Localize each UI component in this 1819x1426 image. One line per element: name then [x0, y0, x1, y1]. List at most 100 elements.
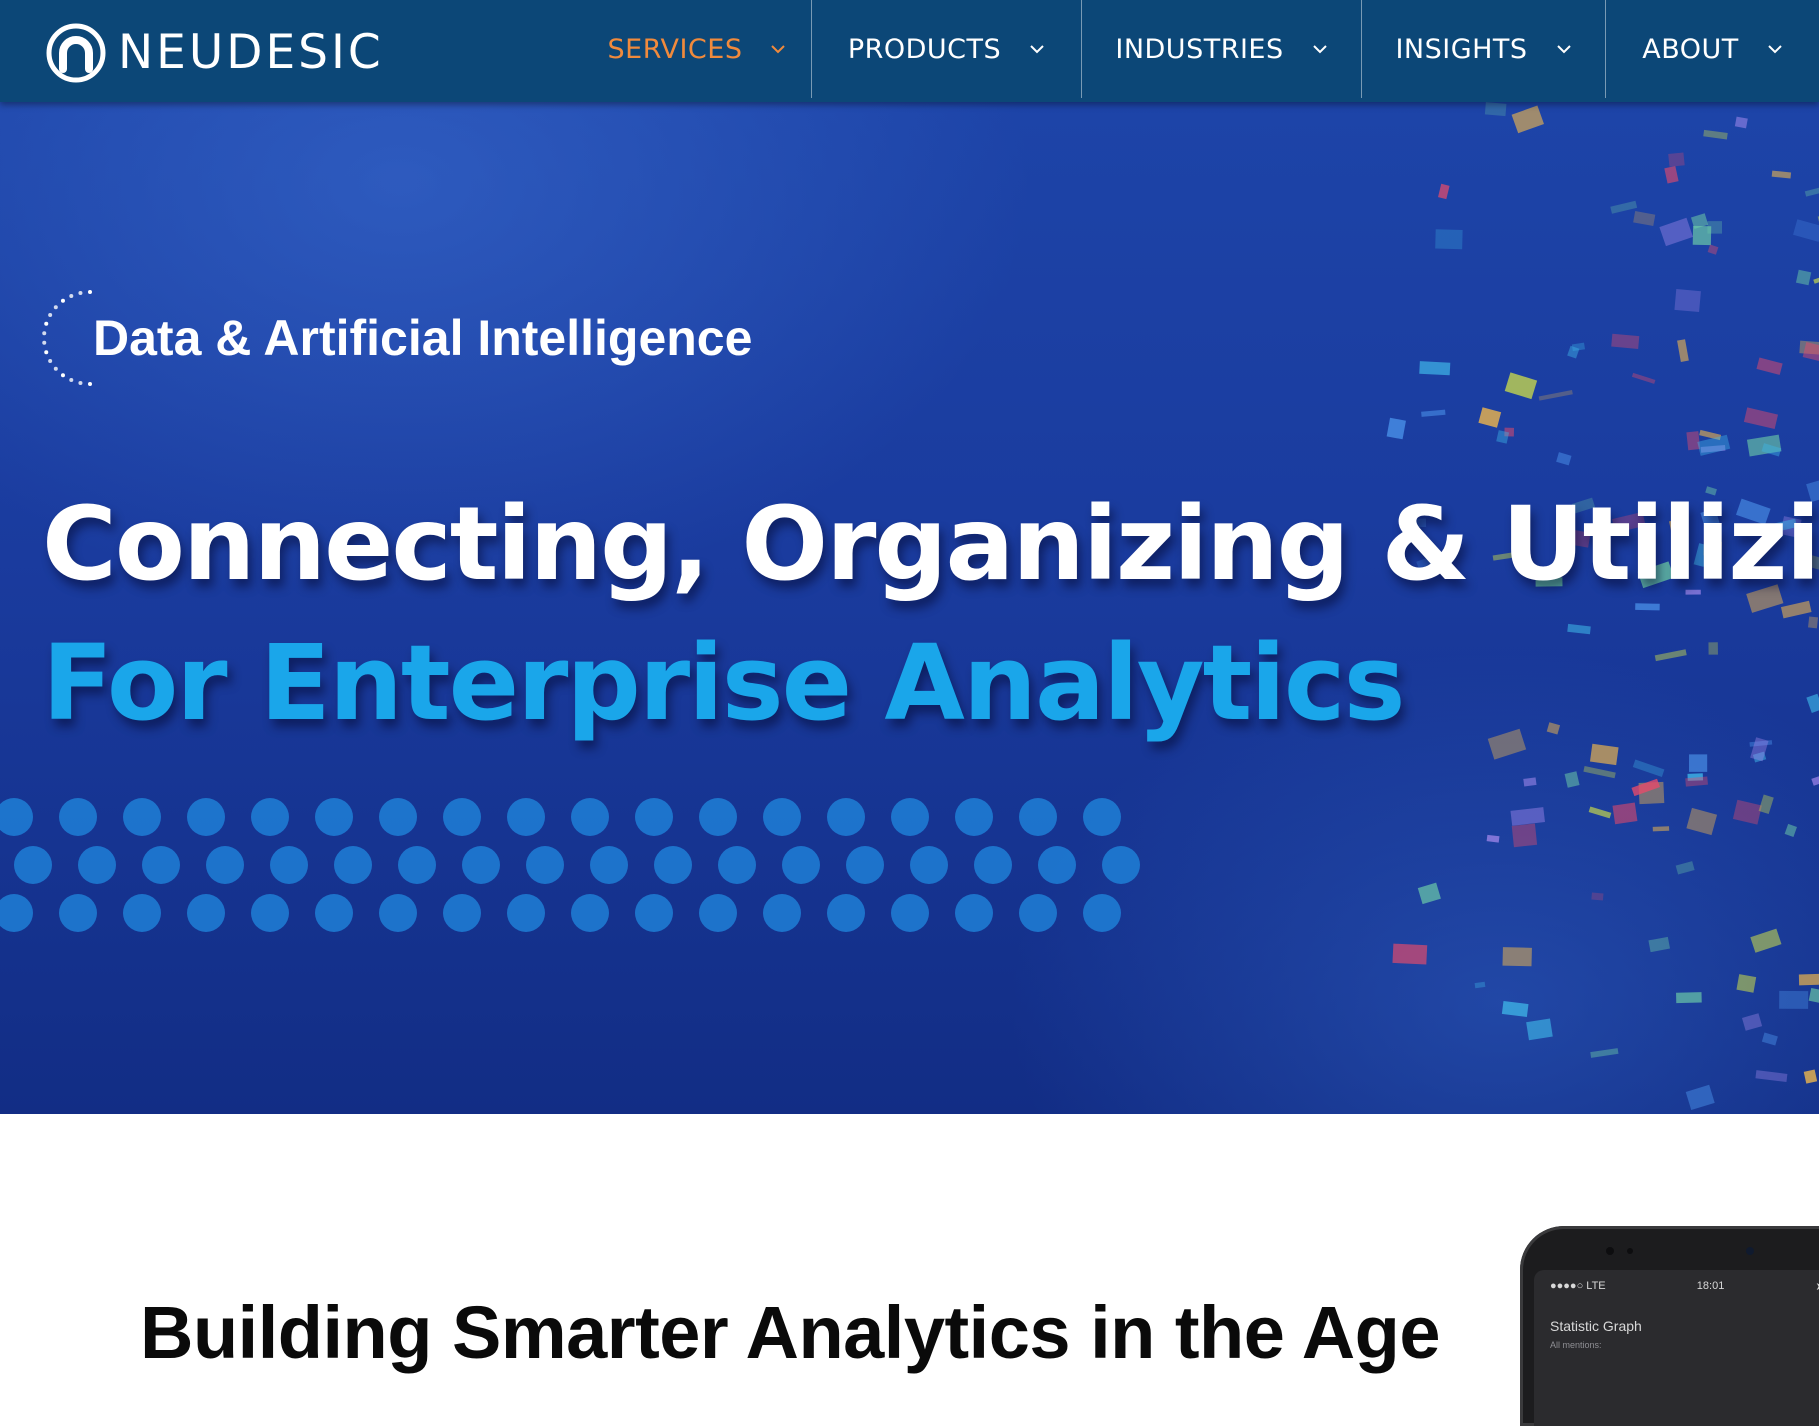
hero-dot [526, 846, 564, 884]
nav-item-industries[interactable]: INDUSTRIES [1081, 0, 1361, 98]
hero-fragment [1688, 754, 1708, 772]
hero-fragment [1588, 806, 1612, 819]
neudesic-logo[interactable]: NEUDESIC [46, 22, 384, 84]
hero-fragment [1386, 417, 1406, 440]
hero-fragment [1631, 372, 1656, 384]
phone-time: 18:01 [1696, 1280, 1725, 1292]
hero-dot [635, 798, 673, 836]
nav-item-label: INDUSTRIES [1115, 33, 1284, 65]
hero-fragment [1771, 170, 1792, 179]
hero-fragment [1654, 649, 1687, 662]
hero-dot [1102, 846, 1140, 884]
hero-fragment [1686, 431, 1701, 451]
section-title: Building Smarter Analytics in the Age [140, 1291, 1441, 1374]
phone-battery: ➤ 84 [1815, 1280, 1819, 1293]
main-nav: SERVICES PRODUCTS INDUSTRIES INSIGHTS AB… [583, 0, 1819, 98]
hero-dot [123, 894, 161, 932]
hero-dot [571, 798, 609, 836]
hero-dot [782, 846, 820, 884]
hero-fragment [1523, 777, 1537, 787]
hero-fragment [1652, 826, 1670, 832]
chevron-down-icon [1029, 41, 1045, 57]
hero-headline: Connecting, Organizing & Utilizing [42, 485, 1819, 604]
hero-fragment [1674, 289, 1701, 313]
hero-fragment [1583, 765, 1616, 779]
hero-fragment [1798, 973, 1819, 986]
hero-dot [955, 798, 993, 836]
hero-fragment [1736, 974, 1757, 993]
nav-item-products[interactable]: PRODUCTS [811, 0, 1081, 98]
hero-dot [827, 798, 865, 836]
hero-fragment [1417, 882, 1441, 905]
hero-dot [1019, 798, 1057, 836]
hero-fragment [1501, 1000, 1529, 1017]
nav-item-label: PRODUCTS [847, 33, 1002, 65]
hero-fragment [1686, 807, 1718, 836]
hero-fragment [1795, 269, 1812, 286]
hero-dot [590, 846, 628, 884]
hero-fragment [1510, 807, 1545, 826]
hero-fragment [1496, 430, 1510, 444]
hero-dot [334, 846, 372, 884]
hero-fragment [1808, 616, 1819, 629]
logo-mark-icon [46, 23, 106, 83]
hero-fragment [1504, 372, 1538, 400]
hero-fragment [1677, 339, 1689, 362]
hero-fragment [1526, 1018, 1553, 1041]
hero-dot [443, 798, 481, 836]
hero-fragment [1567, 623, 1591, 635]
nav-item-label: SERVICES [607, 33, 743, 65]
hero-dot [1083, 894, 1121, 932]
hero-fragment [1755, 1070, 1788, 1083]
hero-dot [699, 798, 737, 836]
hero-dot [0, 894, 33, 932]
hero-dot [763, 798, 801, 836]
phone-sensor-icon [1606, 1247, 1754, 1255]
hero-fragment [1811, 768, 1819, 786]
hero-fragment [1750, 737, 1769, 762]
hero-fragment [1675, 861, 1695, 875]
hero-dot [891, 894, 929, 932]
hero-dot [654, 846, 692, 884]
hero-fragment [1611, 333, 1640, 349]
hero-dot [1038, 846, 1076, 884]
hero-dot [846, 846, 884, 884]
hero-fragment [1546, 722, 1561, 735]
hero-dot [955, 894, 993, 932]
hero-fragment [1474, 981, 1486, 989]
hero-dot [187, 798, 225, 836]
hero-fragment [1784, 823, 1797, 838]
hero-dot [507, 894, 545, 932]
hero-dot [571, 894, 609, 932]
hero-dot [718, 846, 756, 884]
hero-fragment [1478, 407, 1502, 428]
hero-fragment [1685, 1084, 1715, 1111]
nav-item-services[interactable]: SERVICES [583, 0, 811, 98]
hero-fragment [1808, 987, 1819, 1005]
hero-headline-accent: For Enterprise Analytics [42, 622, 1405, 744]
hero-fragment [1659, 217, 1694, 247]
hero-fragment [1707, 244, 1719, 255]
hero-fragment [1758, 794, 1774, 815]
phone-mockup: ●●●●○ LTE 18:01 ➤ 84 Statistic Graph All… [1520, 1226, 1819, 1426]
hero-fragment [1804, 187, 1819, 197]
nav-item-about[interactable]: ABOUT [1605, 0, 1819, 98]
hero-fragment [1703, 129, 1728, 140]
hero-dot [635, 894, 673, 932]
hero-fragment [1803, 1069, 1818, 1084]
hero-fragment [1708, 642, 1718, 655]
nav-item-label: ABOUT [1642, 33, 1739, 65]
hero-dot [78, 846, 116, 884]
chevron-down-icon [1312, 41, 1328, 57]
hero-fragment [1538, 390, 1573, 401]
hero-fragment [1511, 105, 1545, 134]
nav-item-insights[interactable]: INSIGHTS [1361, 0, 1605, 98]
hero-fragment [1438, 183, 1450, 200]
hero-dot [974, 846, 1012, 884]
hero-fragment [1732, 799, 1762, 825]
hero-fragment [1556, 452, 1572, 466]
hero-fragment [1419, 361, 1451, 376]
hero-dot [123, 798, 161, 836]
hero-fragment [1590, 1048, 1619, 1058]
hero-fragment [1392, 943, 1428, 965]
